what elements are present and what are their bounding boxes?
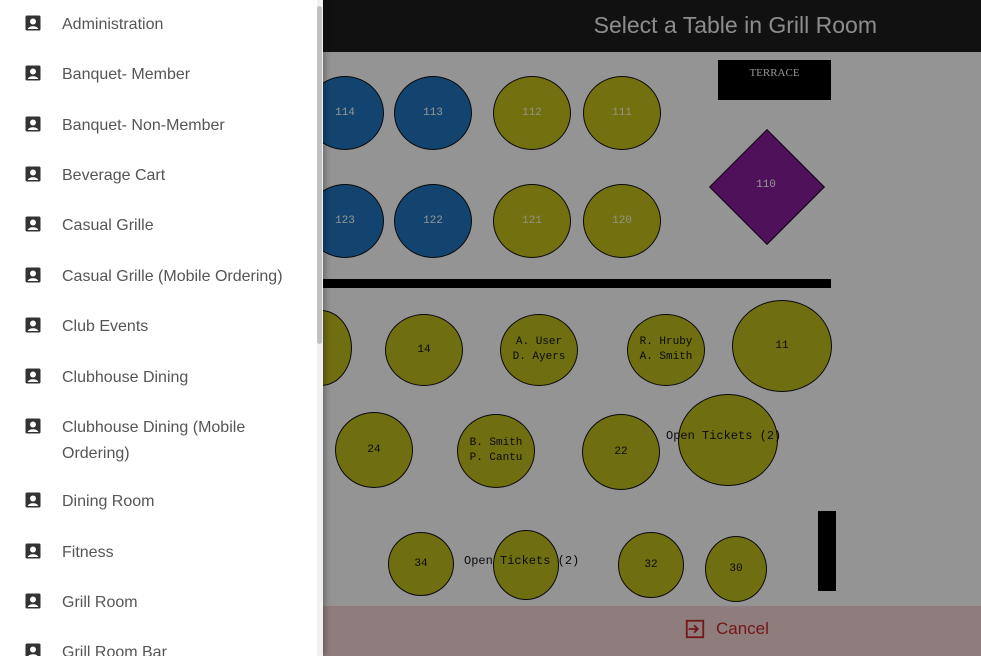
- account-box-icon: [25, 368, 41, 384]
- room-item-label: Casual Grille: [62, 217, 154, 234]
- account-box-icon: [25, 267, 41, 283]
- room-item-label: Clubhouse Dining (Mobile Ordering): [62, 419, 246, 462]
- room-item-label: Banquet- Non-Member: [62, 117, 225, 134]
- room-item-administration[interactable]: Administration: [0, 12, 163, 38]
- room-item-fitness[interactable]: Fitness: [0, 540, 114, 566]
- room-drawer: Administration Banquet- Member Banquet- …: [0, 0, 323, 656]
- room-item-label: Club Events: [62, 318, 149, 335]
- app-root: Select a Table in Grill Room TERRACE 114…: [0, 0, 981, 656]
- room-item-label: Dining Room: [62, 493, 155, 510]
- account-box-icon: [25, 418, 41, 434]
- room-item-banquet-non-member[interactable]: Banquet- Non-Member: [0, 113, 225, 139]
- account-box-icon: [25, 216, 41, 232]
- room-item-label: Casual Grille (Mobile Ordering): [62, 268, 283, 285]
- room-item-grill-room[interactable]: Grill Room: [0, 590, 138, 616]
- room-item-label: Beverage Cart: [62, 167, 166, 184]
- room-item-label: Clubhouse Dining: [62, 369, 189, 386]
- room-item-grill-room-bar[interactable]: Grill Room Bar: [0, 640, 167, 656]
- room-item-banquet-member[interactable]: Banquet- Member: [0, 62, 190, 88]
- drawer-scrollbar-thumb[interactable]: [317, 6, 322, 344]
- account-box-icon: [25, 543, 41, 559]
- room-item-clubhouse-dining[interactable]: Clubhouse Dining: [0, 365, 188, 391]
- room-item-clubhouse-dining-mobile[interactable]: Clubhouse Dining (Mobile Ordering): [0, 415, 294, 467]
- account-box-icon: [25, 15, 41, 31]
- account-box-icon: [25, 492, 41, 508]
- account-box-icon: [25, 593, 41, 609]
- room-item-label: Fitness: [62, 544, 114, 561]
- room-item-label: Administration: [62, 16, 164, 33]
- account-box-icon: [25, 643, 41, 656]
- account-box-icon: [25, 65, 41, 81]
- room-item-casual-grille[interactable]: Casual Grille: [0, 213, 154, 239]
- account-box-icon: [25, 116, 41, 132]
- room-item-club-events[interactable]: Club Events: [0, 314, 148, 340]
- room-item-label: Grill Room: [62, 594, 138, 611]
- account-box-icon: [25, 166, 41, 182]
- room-item-dining-room[interactable]: Dining Room: [0, 489, 154, 515]
- room-item-casual-grille-mobile[interactable]: Casual Grille (Mobile Ordering): [0, 264, 283, 290]
- room-item-label: Grill Room Bar: [62, 644, 167, 656]
- room-item-beverage-cart[interactable]: Beverage Cart: [0, 163, 165, 189]
- account-box-icon: [25, 317, 41, 333]
- room-item-label: Banquet- Member: [62, 66, 191, 83]
